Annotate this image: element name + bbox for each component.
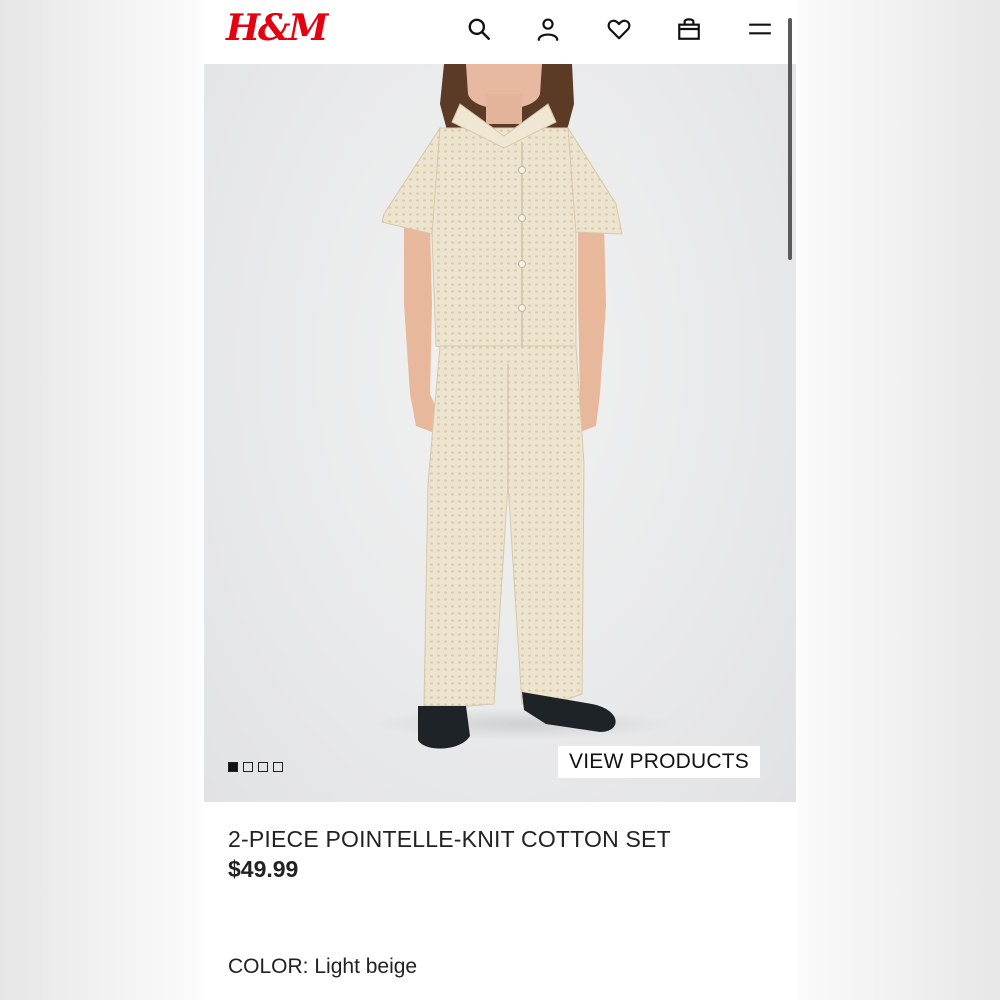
hm-logo[interactable]: H&M (226, 6, 328, 50)
menu-icon[interactable] (743, 12, 777, 46)
carousel-dot-2[interactable] (243, 762, 253, 772)
carousel-indicators (228, 762, 283, 772)
site-header: H&M (204, 0, 796, 64)
color-value: Light beige (314, 955, 418, 978)
carousel-dot-1[interactable] (228, 762, 238, 772)
product-price: $49.99 (228, 856, 299, 882)
carousel-dot-4[interactable] (273, 762, 283, 772)
view-products-button[interactable]: VIEW PRODUCTS (558, 746, 760, 778)
carousel-dot-3[interactable] (258, 762, 268, 772)
product-title: 2-PIECE POINTELLE-KNIT COTTON SET (228, 826, 671, 852)
color-selection: COLOR: Light beige (228, 955, 417, 979)
model-photo (372, 64, 672, 749)
product-hero-image[interactable]: VIEW PRODUCTS (204, 64, 796, 802)
account-icon[interactable] (531, 12, 565, 46)
page-scrollbar[interactable] (788, 18, 792, 260)
mobile-page: H&M VIEW PRODUCTS 2-PIECE POINTELLE-KNIT… (204, 0, 796, 1000)
shopping-bag-icon[interactable] (672, 12, 706, 46)
color-label: COLOR: (228, 955, 309, 978)
heart-icon[interactable] (602, 12, 636, 46)
search-icon[interactable] (462, 12, 496, 46)
